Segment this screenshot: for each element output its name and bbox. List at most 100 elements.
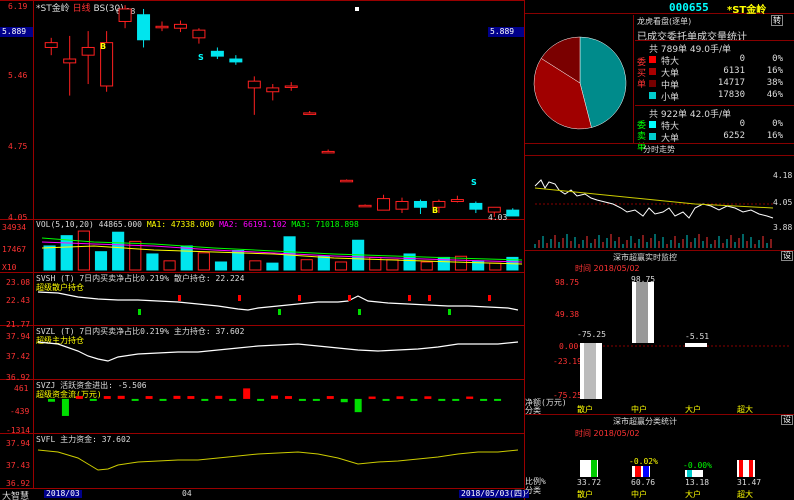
order-volume: 6131 [723, 66, 745, 76]
flow-bar [75, 396, 83, 399]
cls-val-a: 33.72 [577, 478, 602, 487]
rt-val-c: -5.51 [685, 332, 710, 341]
realtime-time: 时间 2018/05/02 [575, 264, 640, 273]
cls-val-b: -0.02% [629, 457, 658, 466]
svsh-axis-top: 23.08 [6, 278, 31, 287]
switch-button[interactable]: 转 [771, 15, 783, 26]
candle-body [118, 8, 132, 22]
realtime-bar-chart[interactable] [575, 280, 790, 400]
flow-bar [284, 396, 292, 399]
color-swatch [649, 80, 656, 87]
candle-body [81, 46, 95, 56]
svfl-chart[interactable] [34, 434, 524, 488]
svsh-tick [138, 309, 141, 315]
flow-bar [103, 396, 111, 399]
price-axis-2: 5.46 [8, 71, 28, 80]
sell-marker: S [471, 178, 477, 187]
candle-body [137, 14, 151, 41]
price-axis-3: 4.75 [8, 142, 28, 151]
order-row: 中单 14717 38% [649, 78, 789, 91]
order-pie-chart[interactable] [530, 33, 630, 133]
svzl-chart[interactable] [34, 326, 524, 379]
color-swatch [649, 133, 656, 140]
candle-body [247, 80, 261, 89]
candle-body [192, 29, 206, 39]
svsh-tick [488, 295, 491, 301]
candle-body [469, 202, 483, 210]
flow-bar [298, 398, 306, 401]
volume-bar [249, 260, 262, 271]
flow-bar [396, 396, 404, 399]
volume-bar [43, 245, 56, 271]
svfl-axis-top: 37.94 [6, 439, 31, 448]
order-row: 大单 6252 16% [649, 131, 789, 144]
svsh-chart[interactable] [34, 273, 524, 325]
realtime-settings-button[interactable]: 设 [781, 251, 793, 261]
order-percent: 46% [766, 90, 783, 100]
order-volume: 17830 [717, 90, 745, 100]
flow-bar [201, 398, 209, 401]
volume-bar [214, 261, 228, 271]
buy-marker: B [100, 42, 107, 51]
candle-body [284, 85, 298, 88]
order-volume: 0 [739, 54, 745, 64]
volume-bar [232, 250, 245, 271]
flow-bar [229, 398, 237, 401]
svfl-axis-mid: 37.43 [6, 461, 31, 470]
order-volume: 6252 [723, 131, 745, 141]
class-title: 深市超赢分类统计 [613, 417, 677, 426]
class-cat-label: 分类 [525, 486, 541, 495]
volume-bar [300, 259, 313, 271]
panel-title: 龙虎看盘(逐单) [637, 17, 692, 26]
right-panel: 000655 *ST金岭 龙虎看盘(逐单) 转 已成交委托单成交量统计 共 78… [525, 0, 794, 500]
flow-bar [61, 398, 69, 416]
svfl-line [37, 449, 519, 471]
svzj-chart[interactable] [34, 380, 524, 433]
divider [525, 250, 794, 251]
flow-bar [368, 396, 376, 399]
class-settings-button[interactable]: 设 [781, 415, 793, 425]
svsh-tick [178, 295, 181, 301]
color-swatch [649, 92, 656, 99]
svzl-axis-top: 37.94 [6, 332, 31, 341]
rt-val-b: 98.75 [631, 275, 656, 284]
candle-body [173, 23, 187, 29]
intraday-price-hi: 4.18 [773, 171, 793, 180]
candle-body [506, 209, 520, 217]
flow-bar [326, 396, 334, 399]
order-percent: 0% [772, 54, 783, 64]
volume-bar [489, 262, 502, 271]
candle-body [487, 206, 501, 213]
intraday-price-line [534, 179, 774, 219]
order-row: 小单 17830 46% [649, 90, 789, 103]
flow-bar [494, 398, 502, 401]
svzj-axis-bottom: -1314 [6, 426, 31, 435]
rt-bar-dahu [685, 343, 707, 347]
flow-bar [131, 398, 139, 401]
svsh-tick [238, 295, 241, 301]
candlestick-chart[interactable] [34, 0, 524, 219]
flow-bar [243, 388, 251, 399]
intraday-chart[interactable] [534, 160, 774, 250]
svsh-tick [428, 295, 431, 301]
flow-bar [466, 396, 474, 399]
candle-body [303, 112, 317, 115]
vol-axis-top: 34934 [2, 223, 27, 232]
bottom-bar: 大智慧 2018/03 04 2018/05/03(四) [0, 489, 529, 500]
svzl-line [37, 341, 519, 362]
flow-bar [480, 398, 488, 401]
volume-bar [334, 261, 348, 271]
cls-cat-chaoda: 超大 [737, 490, 753, 499]
flow-bar [159, 398, 167, 401]
intraday-price-lo: 3.88 [773, 223, 793, 232]
stock-name: *ST金岭 [727, 5, 767, 16]
pie-area [525, 15, 634, 143]
cls-cat-dahu: 大户 [685, 490, 701, 499]
buy-side-label: 委买单 [637, 58, 647, 90]
cls-cat-zhonghu: 中户 [631, 490, 647, 499]
intraday-price-mid: 4.05 [773, 198, 793, 207]
flow-bar [145, 396, 153, 399]
svsh-line [37, 291, 519, 311]
volume-chart[interactable] [34, 220, 524, 272]
flow-bar [48, 398, 55, 402]
